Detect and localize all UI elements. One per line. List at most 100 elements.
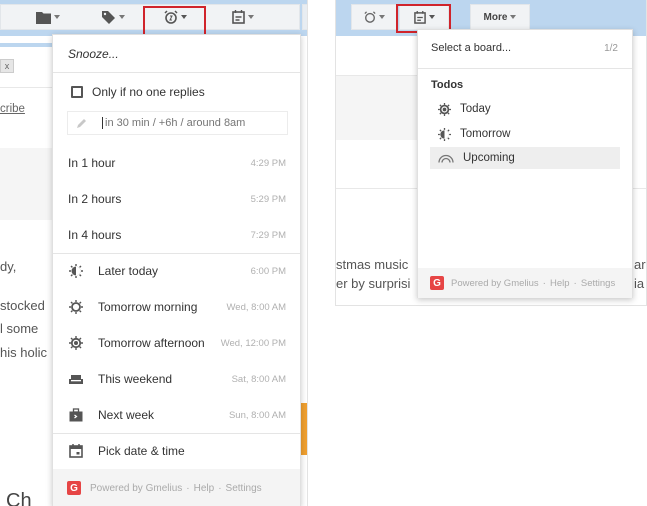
folder-icon (36, 11, 51, 24)
board-item-label: Today (460, 103, 491, 115)
gmelius-logo-icon: G (67, 481, 81, 495)
snooze-option-next-week[interactable]: Next week Sun, 8:00 AM (53, 400, 300, 430)
email-body-line: er by surprisi (336, 276, 411, 291)
snooze-option-in-2-hours[interactable]: In 2 hours 5:29 PM (53, 184, 300, 214)
help-link[interactable]: Help (550, 278, 570, 289)
separator: · (186, 482, 190, 494)
couch-icon (69, 375, 83, 384)
header-band (0, 148, 52, 220)
option-time: Sun, 8:00 AM (228, 409, 286, 421)
pencil-icon (77, 119, 86, 128)
header-band (336, 76, 418, 140)
board-item-today[interactable]: Today (430, 98, 620, 120)
option-time: Wed, 12:00 PM (220, 337, 286, 349)
sun-icon (69, 336, 83, 350)
option-time: 7:29 PM (250, 229, 286, 241)
settings-link[interactable]: Settings (581, 278, 615, 289)
email-body-line: stocked (0, 298, 45, 313)
option-label: Tomorrow afternoon (98, 336, 205, 350)
gmelius-footer: G Powered by Gmelius · Help · Settings (418, 268, 632, 298)
only-if-no-reply-checkbox[interactable] (71, 86, 83, 98)
option-time: 5:29 PM (250, 193, 286, 205)
toolbar-edge (302, 4, 307, 30)
sun-icon (438, 102, 451, 116)
board-item-tomorrow[interactable]: Tomorrow (430, 123, 620, 145)
divider (0, 87, 52, 88)
labels-button[interactable] (88, 4, 138, 30)
chevron-down-icon (510, 15, 517, 19)
briefcase-icon (69, 408, 83, 422)
email-body-line: l some (0, 321, 39, 336)
gmelius-footer: G Powered by Gmelius · Help · Settings (53, 469, 300, 506)
email-body-fragment: ar (634, 257, 646, 272)
board-menu: Select a board... 1/2 Todos Today Tomorr… (417, 29, 633, 298)
snooze-time-field[interactable] (67, 111, 288, 135)
snooze-menu-title: Snooze... (68, 47, 119, 61)
option-label: Pick date & time (98, 444, 185, 458)
calendar-icon (69, 444, 83, 458)
email-heading-fragment: Ch (6, 490, 32, 506)
more-label: More (483, 11, 508, 23)
divider (53, 433, 300, 434)
snooze-option-in-4-hours[interactable]: In 4 hours 7:29 PM (53, 220, 300, 250)
sunrise-icon (69, 300, 83, 314)
only-if-no-reply-label[interactable]: Only if no one replies (92, 85, 205, 99)
powered-by-text: Powered by Gmelius (90, 482, 183, 494)
help-link[interactable]: Help (194, 483, 215, 494)
more-button[interactable]: More (470, 4, 530, 30)
email-body-line: his holic (0, 345, 47, 360)
remove-chip-button[interactable]: x (0, 59, 14, 73)
rainbow-icon (438, 154, 454, 163)
option-label: In 1 hour (68, 156, 116, 170)
boards-button[interactable] (218, 4, 268, 30)
tag-icon (102, 10, 115, 24)
board-menu-title: Select a board... (431, 42, 512, 54)
board-section-title: Todos (431, 79, 464, 91)
left-screenshot-panel: x cribe dy, stocked l some his holic Ch … (0, 0, 308, 506)
chevron-down-icon (248, 15, 254, 19)
snooze-option-pick-date[interactable]: Pick date & time (53, 436, 300, 466)
option-label: This weekend (98, 372, 173, 386)
board-item-label: Upcoming (463, 152, 515, 164)
chevron-down-icon (119, 15, 125, 19)
separator: · (573, 277, 577, 289)
option-time: Sat, 8:00 AM (231, 373, 286, 385)
snooze-time-input[interactable] (102, 117, 282, 129)
divider (53, 253, 300, 254)
separator: · (542, 277, 546, 289)
option-label: Next week (98, 408, 155, 422)
gmelius-logo-icon: G (430, 276, 444, 290)
option-time: 4:29 PM (250, 157, 286, 169)
board-item-upcoming[interactable]: Upcoming (430, 147, 620, 169)
snooze-option-tomorrow-afternoon[interactable]: Tomorrow afternoon Wed, 12:00 PM (53, 328, 300, 358)
side-tab-accent (301, 403, 307, 455)
option-label: In 4 hours (68, 228, 122, 242)
unsubscribe-link[interactable]: cribe (0, 103, 25, 115)
powered-by-text: Powered by Gmelius (451, 277, 539, 289)
snooze-button[interactable] (351, 4, 398, 30)
half-sun-icon (69, 264, 83, 278)
option-time: Wed, 8:00 AM (226, 301, 287, 313)
half-sun-icon (438, 127, 451, 141)
chevron-down-icon (54, 15, 60, 19)
alarm-clock-icon (364, 11, 376, 23)
calendar-board-icon (232, 10, 245, 24)
snooze-option-tomorrow-morning[interactable]: Tomorrow morning Wed, 8:00 AM (53, 292, 300, 322)
snooze-option-this-weekend[interactable]: This weekend Sat, 8:00 AM (53, 364, 300, 394)
settings-link[interactable]: Settings (226, 483, 262, 494)
board-page-indicator[interactable]: 1/2 (604, 43, 618, 54)
move-to-button[interactable] (18, 4, 78, 30)
email-body-fragment: ia (634, 276, 645, 291)
board-item-label: Tomorrow (460, 128, 511, 140)
option-label: Tomorrow morning (98, 300, 198, 314)
option-label: Later today (98, 264, 159, 278)
chevron-down-icon (379, 15, 385, 19)
snooze-menu: Snooze... Only if no one replies In 1 ho… (52, 34, 301, 506)
option-label: In 2 hours (68, 192, 122, 206)
snooze-option-in-1-hour[interactable]: In 1 hour 4:29 PM (53, 148, 300, 178)
toolbar-bottom-strip (0, 43, 52, 47)
email-body-line: dy, (0, 259, 17, 274)
option-time: 6:00 PM (250, 265, 286, 277)
snooze-option-later-today[interactable]: Later today 6:00 PM (53, 256, 300, 286)
separator: · (218, 482, 222, 494)
